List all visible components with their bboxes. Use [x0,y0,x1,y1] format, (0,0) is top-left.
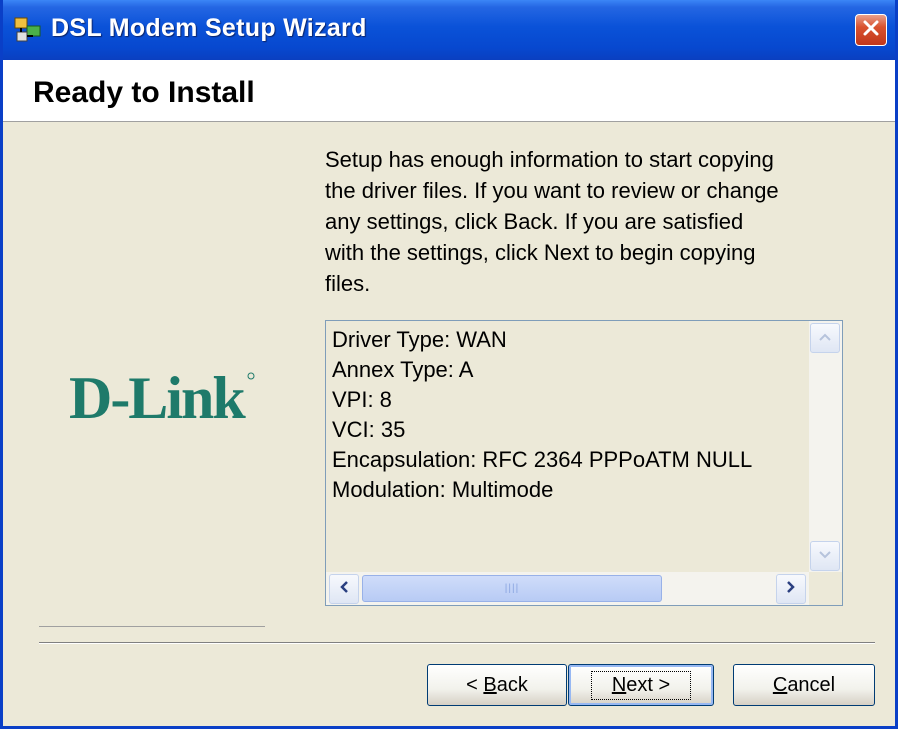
instructions-text: Setup has enough information to start co… [325,144,845,299]
close-icon [862,19,880,42]
wizard-header: Ready to Install [3,60,895,122]
scrollbar-corner [809,572,842,605]
grip-icon: |||| [504,583,520,594]
setup-wizard-window: DSL Modem Setup Wizard Ready to Install … [0,0,898,729]
back-label: < Back [466,673,528,696]
next-label: Next > [590,670,692,700]
chevron-right-icon [786,580,796,599]
vertical-scrollbar[interactable] [809,321,842,573]
close-button[interactable] [855,14,887,46]
window-title: DSL Modem Setup Wizard [51,14,367,42]
scroll-right-button[interactable] [776,574,806,604]
cancel-button[interactable]: Cancel [733,664,875,706]
settings-summary-box[interactable]: Driver Type: WAN Annex Type: A VPI: 8 VC… [325,320,843,606]
scroll-left-button[interactable] [329,574,359,604]
settings-line: Encapsulation: RFC 2364 PPPoATM NULL [332,447,753,472]
horizontal-scroll-thumb[interactable]: |||| [362,575,662,602]
dlink-logo: D-Link [69,360,259,431]
instructions-line: files. [325,271,371,296]
network-setup-icon [13,16,43,44]
chevron-left-icon [339,580,349,599]
chevron-down-icon [818,547,832,565]
instructions-line: Setup has enough information to start co… [325,147,774,172]
back-button[interactable]: < Back [427,664,567,706]
title-bar[interactable]: DSL Modem Setup Wizard [3,0,895,60]
horizontal-scrollbar[interactable]: |||| [326,572,810,605]
settings-line: VPI: 8 [332,387,392,412]
next-button[interactable]: Next > [568,664,714,706]
cancel-label: Cancel [772,673,836,696]
instructions-line: the driver files. If you want to review … [325,178,779,203]
chevron-up-icon [818,329,832,347]
instructions-line: with the settings, click Next to begin c… [325,240,756,265]
scroll-up-button[interactable] [810,323,840,353]
settings-line: Driver Type: WAN [332,327,507,352]
instructions-line: any settings, click Back. If you are sat… [325,209,744,234]
settings-line: Modulation: Multimode [332,477,554,502]
settings-line: VCI: 35 [332,417,406,442]
page-title: Ready to Install [33,76,255,109]
settings-line: Annex Type: A [332,357,474,382]
logo-text: D-Link [69,365,246,430]
divider-short [39,626,265,627]
scroll-down-button[interactable] [810,541,840,571]
divider [39,642,875,644]
settings-list: Driver Type: WAN Annex Type: A VPI: 8 VC… [332,325,752,505]
